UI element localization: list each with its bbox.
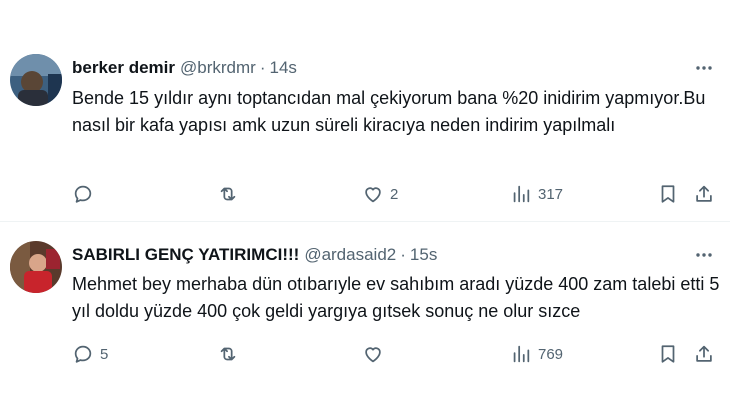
more-button[interactable] bbox=[692, 243, 716, 267]
share-icon bbox=[696, 345, 712, 362]
tweet-text: Mehmet bey merhaba dün otıbarıyle ev sah… bbox=[72, 274, 720, 321]
more-icon bbox=[696, 66, 712, 70]
avatar[interactable] bbox=[10, 241, 62, 293]
heart-icon bbox=[365, 347, 381, 363]
view-count: 769 bbox=[538, 345, 564, 363]
reply-button[interactable]: 5 bbox=[72, 339, 108, 369]
views-icon bbox=[513, 345, 530, 363]
retweet-icon bbox=[220, 187, 236, 201]
action-bar: 2 317 bbox=[62, 179, 722, 209]
reply-icon bbox=[74, 345, 92, 363]
bookmark-icon bbox=[661, 345, 675, 363]
action-bar: 5 769 bbox=[62, 339, 722, 369]
like-button[interactable]: 2 bbox=[362, 179, 398, 209]
bookmark-button[interactable] bbox=[657, 339, 679, 369]
like-count: 2 bbox=[390, 185, 399, 203]
bookmark-button[interactable] bbox=[657, 179, 679, 209]
display-name[interactable]: berker demir bbox=[72, 58, 175, 78]
reply-count: 5 bbox=[100, 345, 109, 363]
tweet-header: SABIRLI GENÇ YATIRIMCI!!! @ardasaid2 · 1… bbox=[72, 243, 437, 267]
retweet-button[interactable] bbox=[217, 339, 245, 369]
views-icon bbox=[513, 185, 530, 203]
share-icon bbox=[696, 185, 712, 202]
reply-button[interactable] bbox=[72, 179, 100, 209]
heart-icon bbox=[365, 187, 381, 203]
user-handle[interactable]: @brkrdmr bbox=[180, 58, 256, 78]
tweet-header: berker demir @brkrdmr · 14s bbox=[72, 56, 297, 80]
view-count: 317 bbox=[538, 185, 564, 203]
retweet-button[interactable] bbox=[217, 179, 245, 209]
like-button[interactable] bbox=[362, 339, 390, 369]
tweet[interactable]: berker demir @brkrdmr · 14s Bende 15 yıl… bbox=[0, 0, 730, 222]
timestamp[interactable]: 15s bbox=[410, 245, 437, 265]
timestamp[interactable]: 14s bbox=[269, 58, 296, 78]
avatar[interactable] bbox=[10, 54, 62, 106]
views-button[interactable]: 769 bbox=[510, 339, 563, 369]
retweet-icon bbox=[220, 347, 236, 361]
user-handle[interactable]: @ardasaid2 bbox=[304, 245, 396, 265]
separator-dot: · bbox=[259, 58, 266, 77]
tweet-text: Bende 15 yıldır aynı toptancıdan mal çek… bbox=[72, 88, 706, 135]
display-name[interactable]: SABIRLI GENÇ YATIRIMCI!!! bbox=[72, 245, 299, 265]
more-icon bbox=[696, 253, 712, 257]
more-button[interactable] bbox=[692, 56, 716, 80]
share-button[interactable] bbox=[693, 339, 715, 369]
reply-icon bbox=[74, 185, 92, 203]
share-button[interactable] bbox=[693, 179, 715, 209]
separator-dot: · bbox=[400, 245, 406, 264]
tweet[interactable]: SABIRLI GENÇ YATIRIMCI!!! @ardasaid2 · 1… bbox=[0, 222, 730, 420]
bookmark-icon bbox=[661, 185, 675, 203]
views-button[interactable]: 317 bbox=[510, 179, 563, 209]
